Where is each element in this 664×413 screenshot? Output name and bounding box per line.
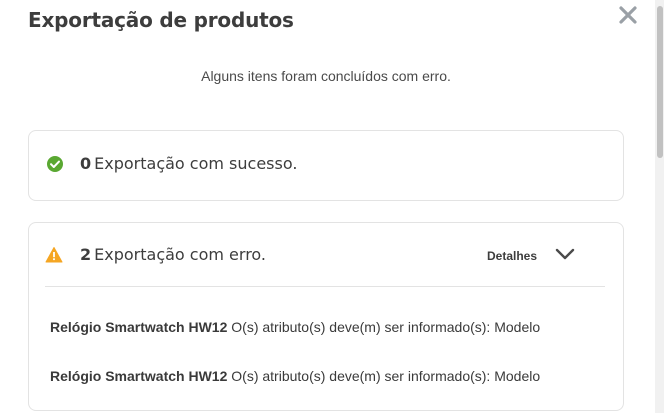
success-label: Exportação com sucesso.	[94, 154, 298, 173]
error-summary-text: 2 Exportação com erro.	[80, 245, 266, 264]
success-count: 0	[80, 154, 92, 173]
export-modal: Exportação de produtos Alguns itens fora…	[0, 0, 664, 413]
error-summary-card: 2 Exportação com erro. Detalhes Relógio S…	[28, 222, 624, 411]
error-count: 2	[80, 245, 92, 264]
error-message: O(s) atributo(s) deve(m) ser informado(s…	[231, 319, 541, 335]
error-message: O(s) atributo(s) deve(m) ser informado(s…	[231, 368, 541, 384]
success-summary-text: 0 Exportação com sucesso.	[80, 154, 297, 173]
error-product-name: Relógio Smartwatch HW12	[50, 319, 228, 335]
close-icon[interactable]	[616, 3, 640, 27]
modal-title: Exportação de produtos	[28, 8, 294, 32]
details-toggle[interactable]: Detalhes	[487, 249, 537, 263]
scrollbar-thumb[interactable]	[657, 6, 663, 158]
scrollbar[interactable]	[655, 0, 664, 413]
error-label: Exportação com erro.	[94, 245, 267, 264]
error-product-name: Relógio Smartwatch HW12	[50, 368, 228, 384]
check-circle-icon	[47, 156, 63, 172]
status-message: Alguns itens foram concluídos com erro.	[201, 68, 451, 84]
error-list-item: Relógio Smartwatch HW12 O(s) atributo(s)…	[50, 368, 540, 384]
success-summary-card: 0 Exportação com sucesso.	[28, 130, 624, 201]
warning-triangle-icon	[45, 247, 63, 263]
divider	[45, 286, 605, 287]
error-list-item: Relógio Smartwatch HW12 O(s) atributo(s)…	[50, 319, 540, 335]
chevron-down-icon[interactable]	[555, 247, 575, 261]
